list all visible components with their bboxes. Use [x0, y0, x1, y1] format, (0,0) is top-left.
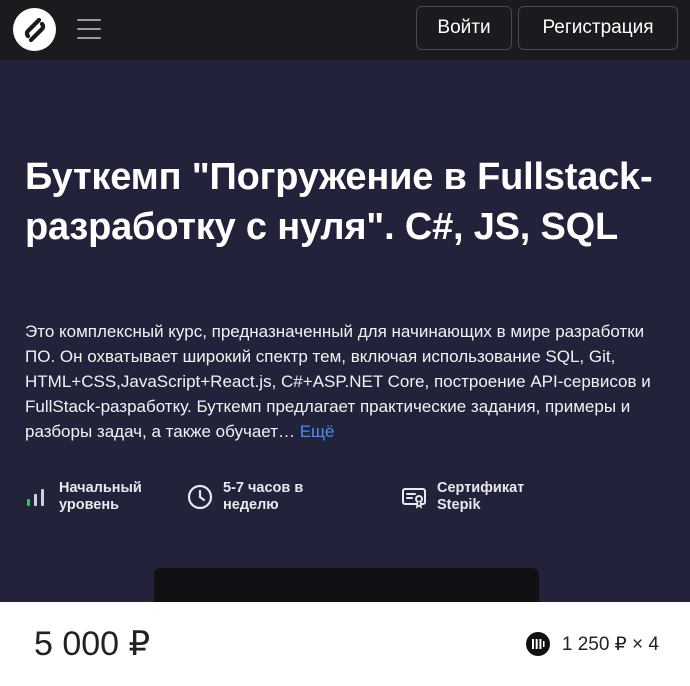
- feature-level: Начальный уровень: [22, 480, 169, 514]
- course-description: Это комплексный курс, предназначенный дл…: [25, 319, 670, 444]
- price-bar: 5 000 ₽ 1 250 ₽ × 4: [0, 602, 690, 686]
- hamburger-menu-icon[interactable]: [76, 17, 102, 41]
- feature-time-label: 5-7 часов в неделю: [223, 480, 304, 513]
- course-description-text: Это комплексный курс, предназначенный дл…: [25, 322, 651, 441]
- level-bars-icon: [22, 483, 50, 511]
- feature-certificate-label: Сертификат Stepik: [437, 480, 525, 513]
- installment-icon: [525, 632, 550, 656]
- register-button[interactable]: Регистрация: [518, 6, 678, 50]
- feature-time: 5-7 часов в неделю: [186, 480, 333, 514]
- top-bar: Войти Регистрация: [0, 0, 690, 60]
- feature-level-label: Начальный уровень: [59, 480, 142, 513]
- course-features: Начальный уровень 5-7 часов в неделю Сер…: [0, 480, 690, 530]
- feature-certificate: Сертификат Stepik: [400, 480, 547, 514]
- certificate-icon: [400, 483, 428, 511]
- stepik-logo-icon[interactable]: [13, 8, 56, 51]
- login-button[interactable]: Войти: [416, 6, 512, 50]
- installment-text: 1 250 ₽ × 4: [561, 633, 659, 655]
- course-hero: Буткемп "Погружение в Fullstack-разработ…: [0, 60, 690, 608]
- course-title: Буткемп "Погружение в Fullstack-разработ…: [25, 156, 653, 248]
- show-more-link[interactable]: Ещё: [300, 422, 335, 441]
- installment-info[interactable]: 1 250 ₽ × 4: [525, 632, 659, 656]
- course-price: 5 000 ₽: [34, 625, 151, 663]
- clock-icon: [186, 483, 214, 511]
